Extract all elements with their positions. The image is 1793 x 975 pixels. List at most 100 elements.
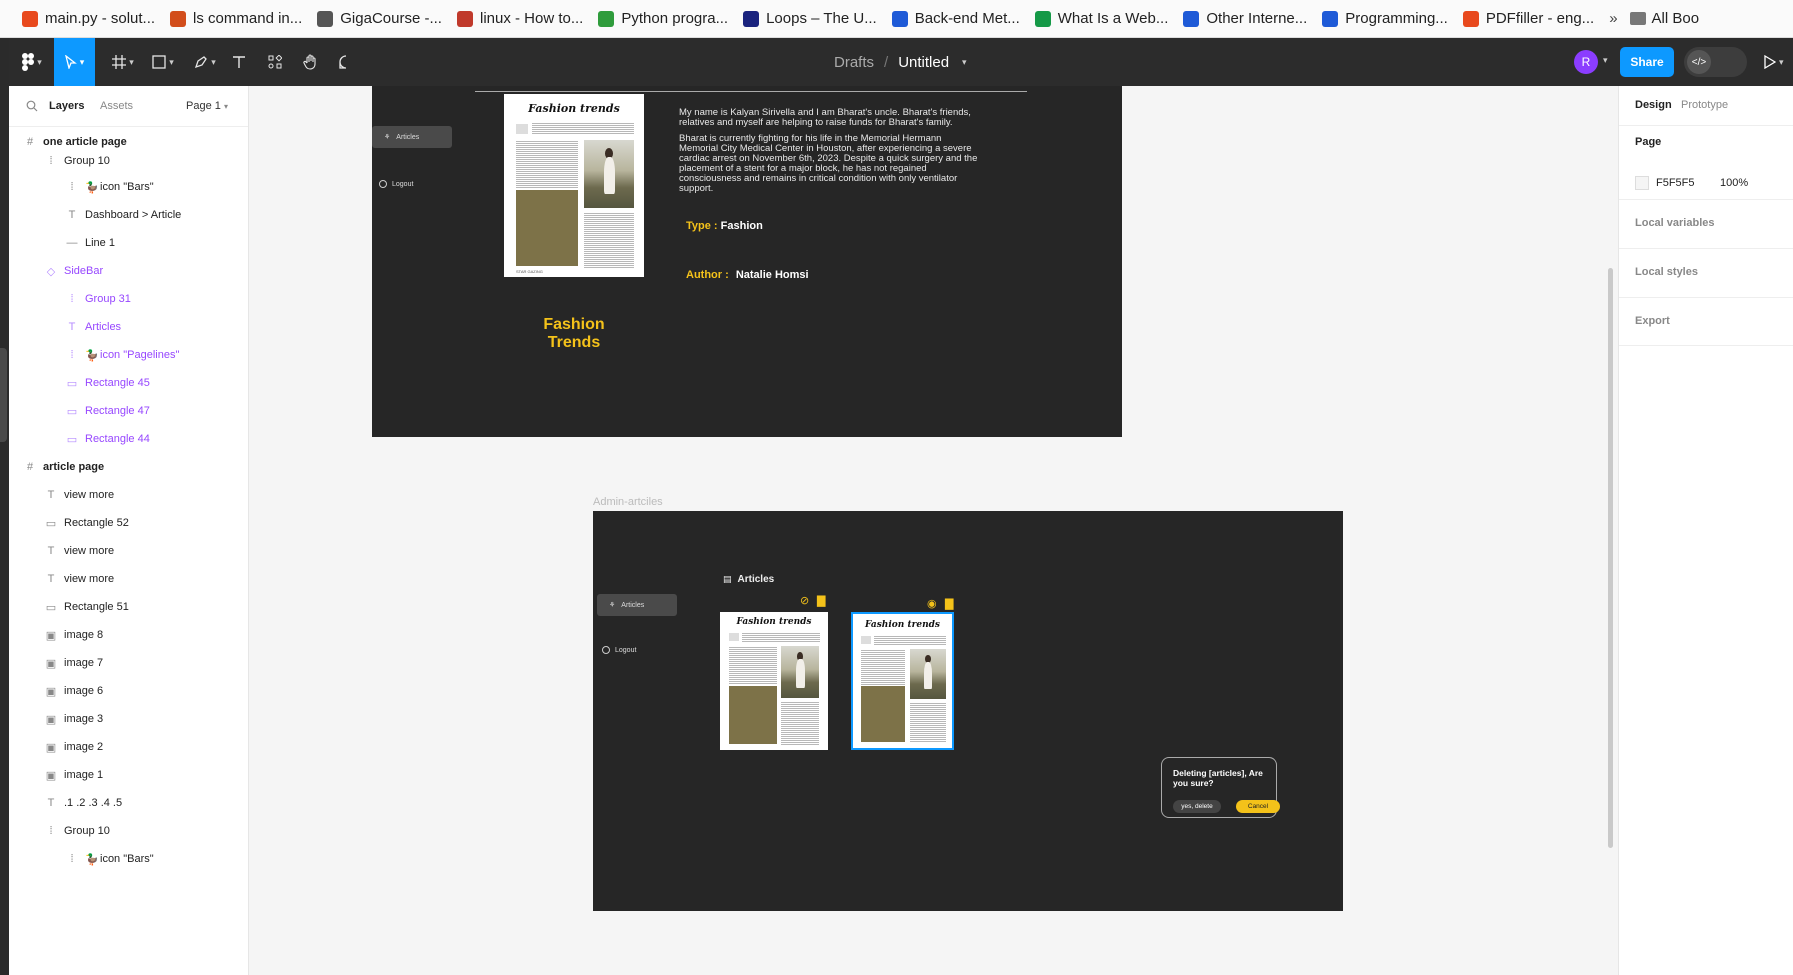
sidebar-item-articles[interactable]: ⚘ Articles [372,126,452,148]
bookmark-item[interactable]: linux - How to... [456,10,583,27]
type-key: Type : [686,220,718,232]
yes-delete-button[interactable]: yes, delete [1173,800,1221,813]
bookmark-item[interactable]: Programming... [1322,10,1448,27]
layer-label: Line 1 [85,237,115,249]
all-bookmarks-button[interactable]: All Boo [1629,10,1700,27]
text-tool-button[interactable] [227,38,251,86]
page-opacity-value[interactable]: 100% [1720,177,1748,189]
layer-label: image 6 [64,685,104,697]
file-title[interactable]: Untitled [898,54,949,71]
bookmark-label: Back-end Met... [914,10,1020,27]
sidebar-logout[interactable]: Logout [379,180,413,188]
power-icon [602,646,610,654]
layer-type-icon: ⁞ [70,853,74,865]
play-icon [1764,55,1776,69]
layer-type-icon: T [47,545,55,557]
layer-label: Rectangle 47 [85,405,150,417]
layer-row[interactable]: ⁞ 🦆 icon "Bars" [9,843,248,875]
layer-type-icon: ▣ [45,769,57,782]
eye-off-icon[interactable]: ⊘ [800,594,809,607]
chevron-down-icon: ▾ [223,102,228,111]
layer-type-icon: ▭ [66,377,78,390]
article-card[interactable]: Fashion trends [720,612,828,750]
bookmark-label: main.py - solut... [45,10,156,27]
magazine-footer: STAR GAZING [516,269,543,274]
local-styles-section[interactable]: Local styles [1619,249,1793,298]
bookmark-item[interactable]: Loops – The U... [743,10,877,27]
layer-type-icon: ⁞ [49,825,53,837]
local-variables-section[interactable]: Local variables [1619,200,1793,249]
comment-icon [339,55,347,69]
all-bookmarks-label: All Boo [1651,10,1700,27]
search-icon[interactable] [26,100,38,112]
frame-one-article-page[interactable]: ⚘ Articles Logout Fashion trends STAR GAZ… [372,86,1122,437]
chevron-down-icon[interactable]: ▾ [1603,55,1608,66]
frame-tool-button[interactable]: ▾ [105,38,141,86]
pen-icon [195,56,208,69]
page-color-swatch[interactable] [1635,176,1649,190]
sidebar-item-articles[interactable]: ⚘ Articles [597,594,677,616]
article-card-selected[interactable]: Fashion trends [851,612,954,750]
chevron-down-icon[interactable]: ▾ [962,57,967,68]
move-tool-button[interactable]: ▾ [54,38,95,86]
bookmark-item[interactable]: GigaCourse -... [317,10,442,27]
layer-type-icon: ▣ [45,741,57,754]
bookmark-item[interactable]: PDFfiller - eng... [1462,10,1595,27]
pagelines-icon: ⚘ [609,602,616,609]
dev-mode-toggle[interactable]: </> [1684,47,1747,77]
article-author: Author : Natalie Homsi [686,269,809,281]
main-menu-button[interactable]: ▾ [9,38,55,86]
bookmark-item[interactable]: What Is a Web... [1034,10,1168,27]
trash-icon[interactable]: ▇ [945,597,953,610]
layers-panel: Layers Assets Page 1 ▾ # one article page… [9,86,249,975]
layer-label: image 7 [64,657,104,669]
tab-design[interactable]: Design [1635,99,1672,111]
bookmark-label: ls command in... [193,10,303,27]
components-icon [268,55,282,69]
comment-tool-button[interactable] [334,38,358,86]
bookmark-item[interactable]: ls command in... [170,10,302,27]
layer-label: article page [43,461,105,473]
text-icon [233,56,245,68]
bookmarks-overflow-button[interactable]: » [1609,10,1617,27]
page-selector[interactable]: Page 1 ▾ [186,100,228,112]
tab-prototype[interactable]: Prototype [1681,99,1728,111]
share-button[interactable]: Share [1620,47,1674,77]
shape-tool-button[interactable]: ▾ [145,38,181,86]
canvas-scrollbar[interactable] [1608,268,1613,848]
layer-label: Rectangle 45 [85,377,150,389]
delete-confirm-dialog: Deleting [articles], Are you sure? yes, … [1161,757,1280,818]
page-selector-label: Page 1 [186,100,221,112]
frame-label[interactable]: Admin-artciles [593,496,663,508]
layer-type-icon: ⁞ [70,349,74,361]
eye-icon[interactable]: ◉ [927,597,937,610]
layer-type-icon: — [66,237,78,249]
avatar[interactable]: R [1574,50,1598,74]
hand-tool-button[interactable] [299,38,323,86]
emoji-icon: 🦆 [85,181,99,194]
present-button[interactable]: ▾ [1764,38,1784,86]
pen-tool-button[interactable]: ▾ [187,38,223,86]
trash-icon[interactable]: ▇ [817,594,825,607]
layer-type-icon: ⁞ [49,155,53,167]
page-color-value[interactable]: F5F5F5 [1656,177,1695,189]
magazine-title: Fashion trends [528,102,620,115]
bookmark-item[interactable]: Other Interne... [1183,10,1307,27]
tab-assets[interactable]: Assets [100,100,133,112]
export-section[interactable]: Export [1619,298,1793,346]
resources-tool-button[interactable] [263,38,287,86]
layer-label: .1 .2 .3 .4 .5 [64,797,123,809]
drafts-link[interactable]: Drafts [834,54,874,71]
os-dock-edge [0,38,9,975]
favicon-icon [891,10,908,27]
bookmark-item[interactable]: Python progra... [598,10,728,27]
design-canvas[interactable]: ⚘ Articles Logout Fashion trends STAR GAZ… [249,86,1618,975]
bookmark-item[interactable]: Back-end Met... [891,10,1020,27]
bookmark-item[interactable]: main.py - solut... [22,10,155,27]
tab-layers[interactable]: Layers [49,100,84,112]
bookmark-label: PDFfiller - eng... [1485,10,1595,27]
frame-admin-articles[interactable]: ⚘ Articles Logout ▤ Articles ⊘ ▇ ◉ ▇ Fash… [593,511,1343,911]
cancel-button[interactable]: Cancel [1236,800,1280,813]
layer-label: view more [64,573,115,585]
sidebar-logout[interactable]: Logout [602,646,636,654]
